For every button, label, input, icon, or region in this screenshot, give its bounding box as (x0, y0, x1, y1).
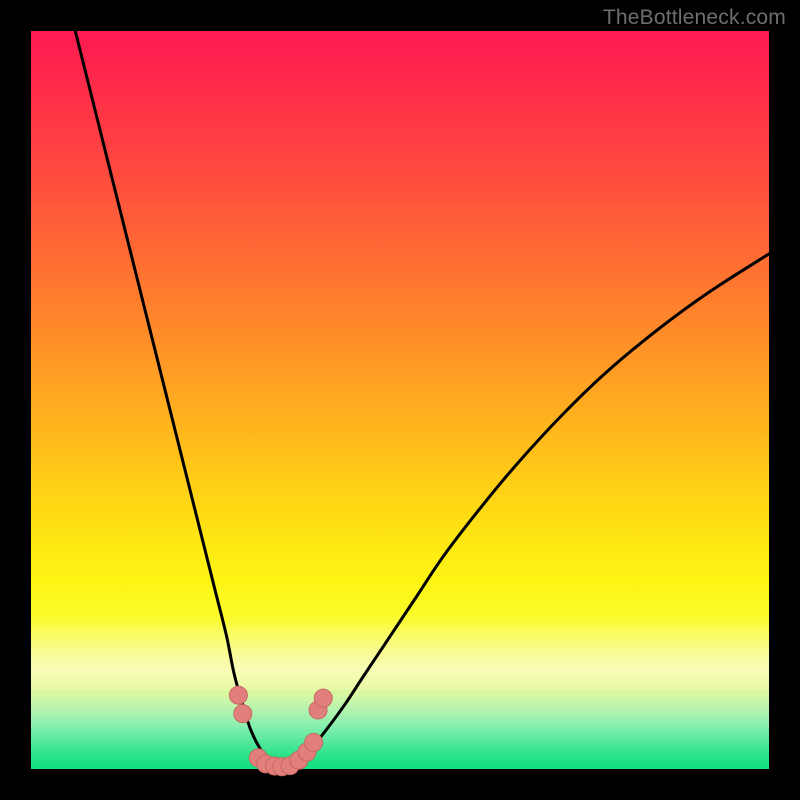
bottleneck-curve-right-curve (289, 254, 769, 767)
curve-layer (75, 31, 769, 767)
data-marker (305, 733, 323, 751)
chart-svg (31, 31, 769, 769)
chart-frame: TheBottleneck.com (0, 0, 800, 800)
data-marker (229, 686, 247, 704)
data-marker (234, 705, 252, 723)
data-marker (314, 689, 332, 707)
watermark-text: TheBottleneck.com (603, 6, 786, 30)
bottleneck-curve-left-curve (75, 31, 278, 767)
marker-layer (229, 686, 332, 776)
